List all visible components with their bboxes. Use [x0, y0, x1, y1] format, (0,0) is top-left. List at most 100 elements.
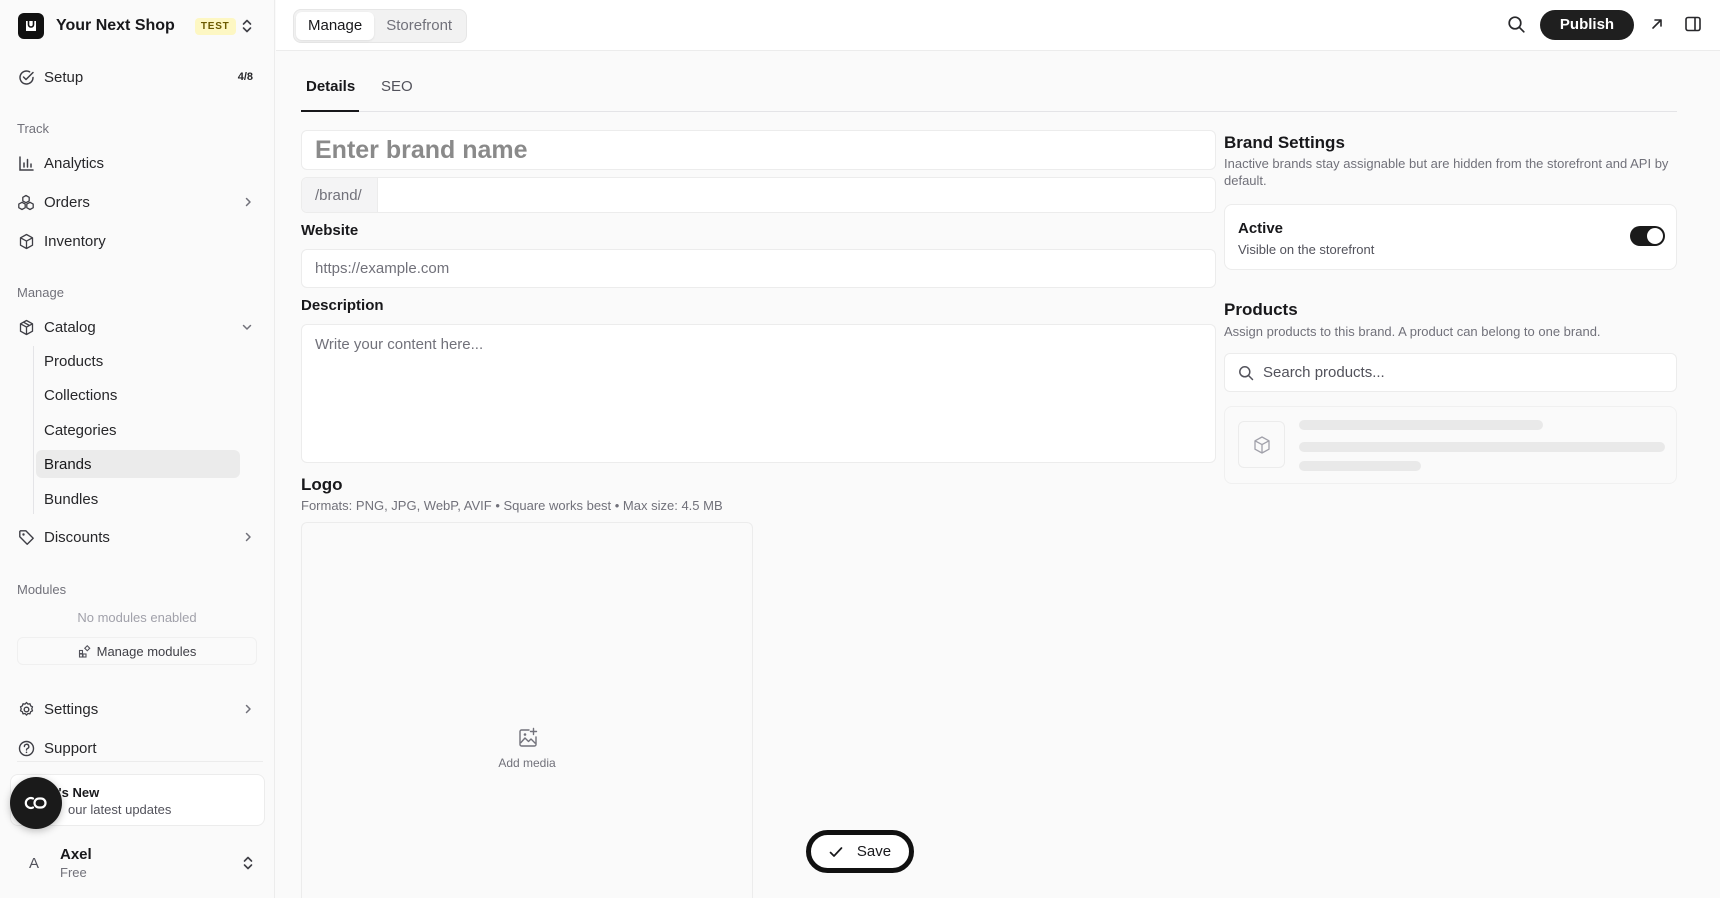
chevron-up-down-icon[interactable] — [240, 18, 254, 34]
shop-switcher[interactable]: Your Next Shop TEST — [18, 12, 258, 40]
check-icon — [829, 846, 843, 857]
chevron-right-icon — [243, 703, 253, 715]
setup-progress-count: 4/8 — [237, 71, 253, 83]
slug-field: /brand/ — [301, 177, 1216, 213]
active-setting-title: Active — [1238, 220, 1284, 237]
search-icon — [1239, 365, 1254, 380]
sidebar-item-settings[interactable]: Settings — [17, 695, 255, 723]
active-setting-subtitle: Visible on the storefront — [1238, 242, 1375, 257]
external-link-icon[interactable] — [1650, 17, 1664, 31]
gear-icon — [17, 700, 35, 718]
brand-settings-description: Inactive brands stay assignable but are … — [1224, 156, 1669, 188]
catalog-tree-line — [33, 346, 34, 514]
sidebar-item-categories[interactable]: Categories — [36, 416, 240, 444]
chevron-right-icon — [243, 196, 253, 208]
sidebar-divider — [17, 761, 263, 762]
tab-details[interactable]: Details — [306, 78, 355, 95]
sidebar-item-label: Discounts — [44, 528, 110, 546]
section-label-manage: Manage — [17, 285, 64, 300]
manage-modules-label: Manage modules — [96, 643, 197, 659]
sidebar-item-analytics[interactable]: Analytics — [17, 149, 255, 177]
add-image-icon — [517, 727, 539, 749]
logo-title: Logo — [301, 475, 343, 494]
skeleton-line — [1299, 461, 1421, 471]
help-circle-icon — [17, 739, 35, 757]
tag-icon — [17, 528, 35, 546]
check-circle-icon — [17, 68, 35, 86]
mode-toggle: Manage Storefront — [293, 9, 468, 43]
skeleton-line — [1299, 420, 1543, 430]
product-placeholder-icon — [1238, 421, 1285, 468]
user-meta: Axel Free — [60, 846, 92, 880]
website-label: Website — [301, 222, 359, 239]
sidebar-item-collections[interactable]: Collections — [36, 381, 240, 409]
sidebar-item-setup[interactable]: Setup 4/8 — [17, 63, 255, 91]
mode-manage-button[interactable]: Manage — [296, 12, 375, 40]
save-label: Save — [856, 843, 892, 860]
toggle-knob — [1647, 228, 1663, 244]
search-icon[interactable] — [1507, 15, 1526, 34]
mode-storefront-button[interactable]: Storefront — [374, 12, 464, 40]
package-icon — [17, 318, 35, 336]
section-label-track: Track — [17, 121, 50, 136]
manage-modules-button[interactable]: Manage modules — [17, 637, 257, 665]
chat-launcher-icon — [24, 796, 47, 810]
sidebar-item-label: Settings — [44, 700, 99, 718]
chevron-right-icon — [243, 531, 253, 543]
sidebar-item-orders[interactable]: Orders — [17, 188, 255, 216]
orders-icon — [17, 193, 35, 211]
active-toggle[interactable] — [1630, 226, 1665, 246]
tab-seo[interactable]: SEO — [381, 78, 413, 95]
sidebar-item-brands[interactable]: Brands — [36, 450, 240, 478]
section-label-modules: Modules — [17, 582, 67, 597]
active-setting-card: Active Visible on the storefront — [1224, 204, 1677, 270]
sidebar-item-label: Analytics — [44, 154, 105, 172]
user-plan: Free — [60, 865, 87, 880]
top-bar: Manage Storefront Publish — [276, 0, 1720, 51]
chat-launcher-button[interactable] — [10, 777, 62, 829]
chevron-up-down-icon — [241, 855, 255, 871]
sidebar-item-bundles[interactable]: Bundles — [36, 485, 240, 513]
sidebar-item-inventory[interactable]: Inventory — [17, 227, 255, 255]
sidebar-item-label: Orders — [44, 193, 90, 211]
whats-new-subtitle: our latest updates — [68, 802, 172, 817]
products-title: Products — [1224, 300, 1298, 319]
sidebar-item-products[interactable]: Products — [36, 347, 240, 375]
box-icon — [17, 232, 35, 250]
publish-button[interactable]: Publish — [1540, 10, 1634, 40]
modules-icon — [78, 644, 91, 658]
description-textarea[interactable] — [301, 324, 1216, 463]
bar-chart-icon — [17, 154, 35, 172]
logo-dropzone[interactable]: Add media — [301, 522, 753, 898]
active-tab-indicator — [301, 110, 359, 112]
slug-prefix: /brand/ — [302, 178, 378, 212]
slug-input[interactable] — [378, 178, 1215, 212]
product-search-field — [1224, 353, 1677, 392]
add-media-label: Add media — [498, 756, 556, 770]
avatar: A — [28, 854, 39, 872]
no-modules-text: No modules enabled — [77, 610, 197, 625]
save-button[interactable]: Save — [806, 830, 914, 873]
website-input[interactable] — [301, 249, 1216, 288]
product-search-input[interactable] — [1263, 364, 1663, 381]
sidebar-panel-icon[interactable] — [1684, 15, 1702, 33]
test-badge: TEST — [194, 17, 236, 35]
description-label: Description — [301, 297, 384, 314]
brand-name-input[interactable] — [301, 130, 1216, 170]
sidebar-item-label: Catalog — [44, 318, 96, 336]
sidebar-item-label: Inventory — [44, 232, 106, 250]
brand-settings-title: Brand Settings — [1224, 133, 1345, 152]
user-menu[interactable]: A Axel Free — [17, 843, 257, 883]
sidebar-item-catalog[interactable]: Catalog — [17, 313, 255, 341]
shop-logo-icon — [18, 13, 44, 39]
tab-bar: Details SEO — [301, 70, 1677, 112]
user-name: Axel — [60, 846, 92, 863]
product-loading-skeleton — [1224, 406, 1677, 484]
sidebar-item-label: Setup — [44, 68, 84, 86]
sidebar-item-discounts[interactable]: Discounts — [17, 523, 255, 551]
sidebar-item-label: Support — [44, 739, 97, 757]
sidebar-item-support[interactable]: Support — [17, 734, 255, 762]
products-description: Assign products to this brand. A product… — [1224, 324, 1601, 339]
sidebar: Your Next Shop TEST Setup 4/8 Track Anal… — [0, 0, 275, 898]
shop-name: Your Next Shop — [56, 17, 175, 34]
